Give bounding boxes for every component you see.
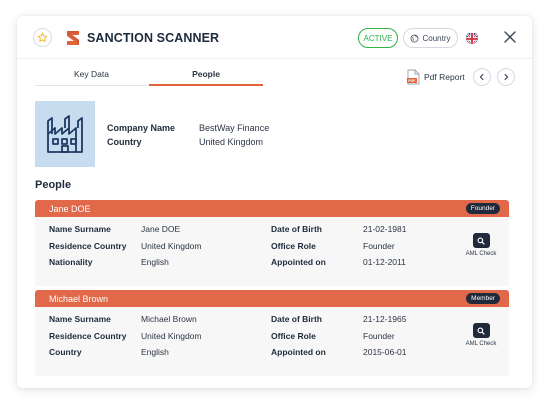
next-button[interactable] (497, 68, 515, 86)
detail-label: Office Role (271, 330, 316, 341)
person-name: Michael Brown (49, 293, 109, 304)
globe-icon (411, 34, 419, 42)
aml-check: AML Check (461, 323, 501, 347)
person-header: Michael Brown Member (35, 290, 509, 307)
aml-check-button[interactable] (472, 323, 490, 338)
header-divider (17, 58, 532, 59)
country-button[interactable]: Country (403, 28, 458, 48)
detail-value: 2015-06-01 (363, 347, 407, 358)
detail-label: Date of Birth (271, 314, 322, 325)
language-uk-flag-icon[interactable] (466, 32, 478, 44)
panel-header: SANCTION SCANNER ACTIVE Country (17, 16, 532, 60)
detail-label: Office Role (271, 240, 316, 251)
role-badge: Founder (465, 203, 500, 214)
detail-label: Name Surname (49, 224, 111, 235)
detail-row: Date of Birth 21-02-1981 (271, 221, 406, 238)
detail-value: 01-12-2011 (363, 257, 406, 268)
detail-label: Residence Country (49, 330, 127, 341)
company-image (35, 101, 95, 167)
role-badge: Member (466, 293, 500, 304)
detail-value: United Kingdom (141, 330, 202, 341)
detail-row: Appointed on 01-12-2011 (271, 254, 406, 271)
detail-row: Nationality English (49, 254, 201, 271)
company-name-row: Company Name BestWay Finance (107, 121, 269, 135)
sanction-scanner-logo: SANCTION SCANNER (63, 28, 219, 48)
detail-row: Country English (49, 344, 201, 361)
close-button[interactable] (503, 30, 517, 44)
search-icon (477, 236, 485, 245)
detail-value: 21-12-1965 (363, 314, 407, 325)
detail-row: Name Surname Michael Brown (49, 311, 201, 328)
person-name: Jane DOE (49, 203, 91, 214)
aml-check-label: AML Check (465, 251, 497, 257)
detail-row: Name Surname Jane DOE (49, 221, 201, 238)
company-detail-panel: SANCTION SCANNER ACTIVE Country Key Data… (17, 16, 532, 388)
person-card: Jane DOE Founder Name Surname Jane DOE Re… (35, 200, 509, 286)
detail-value: 21-02-1981 (363, 224, 407, 235)
search-icon (477, 326, 485, 335)
detail-label: Nationality (49, 257, 93, 268)
detail-value: United Kingdom (141, 240, 202, 251)
person-details-left: Name Surname Jane DOE Residence Country Un… (49, 221, 201, 271)
detail-label: Appointed on (271, 257, 326, 268)
logo-mark-icon (67, 31, 79, 45)
country-button-label: Country (422, 33, 451, 43)
company-fields: Company Name BestWay Finance Country Uni… (107, 121, 269, 149)
person-header: Jane DOE Founder (35, 200, 509, 217)
aml-check-label: AML Check (465, 341, 497, 347)
aml-check: AML Check (461, 233, 501, 257)
factory-icon (47, 115, 83, 153)
detail-value: Founder (363, 330, 395, 341)
detail-value: Founder (363, 240, 395, 251)
company-name-value: BestWay Finance (199, 123, 270, 133)
person-details-right: Date of Birth 21-12-1965 Office Role Found… (271, 311, 406, 361)
pdf-report-label: Pdf Report (424, 72, 465, 82)
svg-text:PDF: PDF (408, 79, 416, 83)
favorite-button[interactable] (33, 28, 52, 47)
field-label: Company Name (107, 123, 176, 133)
person-details: Name Surname Jane DOE Residence Country Un… (35, 217, 509, 286)
detail-row: Date of Birth 21-12-1965 (271, 311, 406, 328)
detail-row: Appointed on 2015-06-01 (271, 344, 406, 361)
detail-row: Office Role Founder (271, 238, 406, 255)
people-heading: People (35, 179, 72, 191)
person-details: Name Surname Michael Brown Residence Coun… (35, 307, 509, 376)
detail-row: Residence Country United Kingdom (49, 328, 201, 345)
detail-row: Office Role Founder (271, 328, 406, 345)
close-icon (504, 31, 516, 43)
detail-row: Residence Country United Kingdom (49, 238, 201, 255)
chevron-left-icon (479, 73, 484, 81)
detail-label: Name Surname (49, 314, 111, 325)
person-details-left: Name Surname Michael Brown Residence Coun… (49, 311, 201, 361)
pdf-file-icon: PDF (407, 69, 420, 85)
detail-label: Country (49, 347, 82, 358)
pdf-report-button[interactable]: PDF Pdf Report (407, 68, 465, 86)
chevron-right-icon (504, 73, 509, 81)
detail-value: Michael Brown (141, 314, 197, 325)
company-country-row: Country United Kingdom (107, 135, 269, 149)
previous-button[interactable] (473, 68, 491, 86)
person-card: Michael Brown Member Name Surname Michael… (35, 290, 509, 376)
star-icon (37, 32, 48, 42)
detail-value: English (141, 347, 169, 358)
detail-label: Date of Birth (271, 224, 322, 235)
logo-text: SANCTION SCANNER (87, 31, 220, 45)
detail-value: English (141, 257, 169, 268)
aml-check-button[interactable] (472, 233, 490, 248)
status-badge: ACTIVE (358, 28, 398, 48)
company-country-value: United Kingdom (199, 137, 264, 147)
detail-value: Jane DOE (141, 224, 181, 235)
tab-active-indicator (149, 84, 263, 86)
person-details-right: Date of Birth 21-02-1981 Office Role Found… (271, 221, 406, 271)
detail-label: Appointed on (271, 347, 326, 358)
field-label: Country (107, 137, 142, 147)
detail-label: Residence Country (49, 240, 127, 251)
